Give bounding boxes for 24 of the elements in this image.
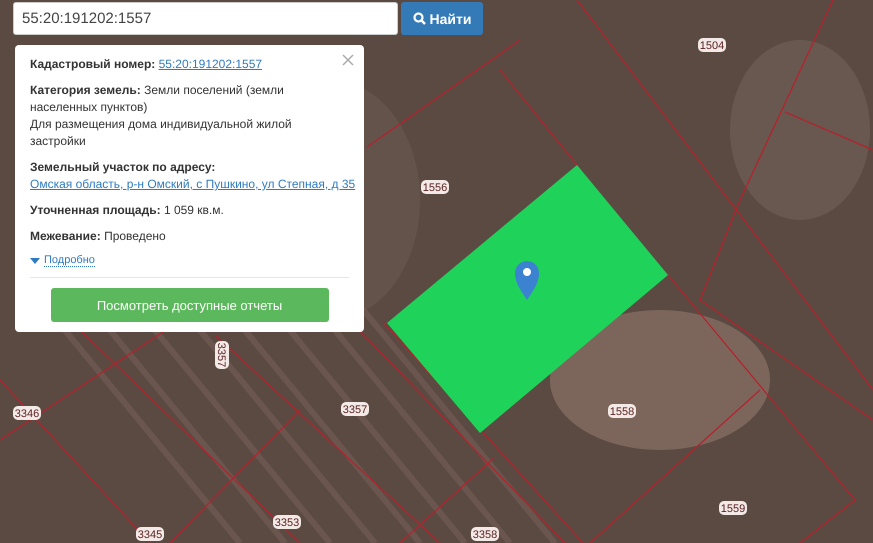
search-button[interactable]: Найти: [401, 2, 483, 35]
view-reports-button[interactable]: Посмотреть доступные отчеты: [50, 288, 328, 322]
parcel-number-label: 3353: [273, 515, 301, 529]
search-icon: [412, 12, 426, 25]
parcel-number-label: 3358: [471, 527, 499, 541]
parcel-number-label: 1559: [719, 501, 747, 515]
info-field: Уточненная площадь: 1 059 кв.м.: [30, 202, 224, 219]
location-pin-icon[interactable]: [515, 261, 539, 300]
parcel-number-label: 3346: [13, 406, 41, 420]
info-link[interactable]: Омская область, р-н Омский, с Пушкино, ул Степная, д 35: [30, 177, 356, 191]
info-field: Кадастровый номер: 55:20:191202:1557: [30, 56, 262, 73]
parcel-number-label: 3357: [215, 341, 229, 369]
parcel-number-label: 3345: [136, 527, 164, 541]
info-field: Категория земель: Земли поселений (земли населенных пунктов) Для размещения дома индивидуальной жилой застройки: [30, 82, 349, 150]
parcel-number-label: 1558: [608, 404, 636, 418]
selected-parcel[interactable]: [387, 165, 668, 433]
details-link[interactable]: Подробно: [44, 254, 95, 267]
parcel-number-label: 3357: [341, 402, 369, 416]
info-field: Межевание: Проведено: [30, 228, 166, 245]
info-link[interactable]: 55:20:191202:1557: [158, 57, 262, 71]
parcel-number-label: 1556: [421, 180, 449, 194]
close-icon[interactable]: [342, 54, 354, 66]
search-field[interactable]: 55:20:191202:1557: [13, 2, 398, 35]
parcel-number-label: 1504: [698, 38, 726, 52]
